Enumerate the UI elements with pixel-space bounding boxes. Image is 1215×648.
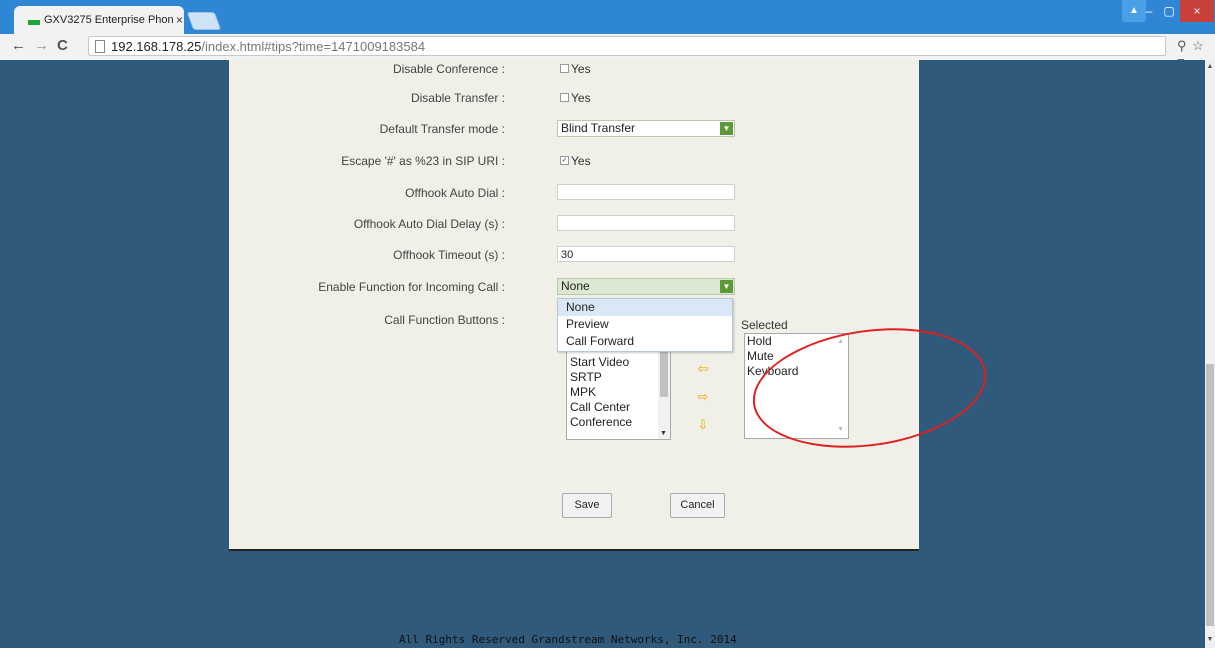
tab-title: GXV3275 Enterprise Phon	[44, 14, 174, 26]
offhook-timeout-input[interactable]: 30	[557, 246, 735, 262]
back-icon[interactable]: ←	[11, 37, 26, 54]
chevron-down-icon[interactable]: ▼	[720, 122, 733, 135]
settings-panel: Disable Conference : Yes Disable Transfe…	[229, 60, 994, 551]
url-path: /index.html#tips?time=1471009183584	[201, 38, 426, 54]
footer-copyright: All Rights Reserved Grandstream Networks…	[399, 633, 737, 646]
move-left-arrow-icon[interactable]: ⇦	[696, 362, 710, 376]
select-value: None	[561, 279, 590, 293]
selected-functions-list[interactable]: Hold Mute Keyboard ▲ ▼	[744, 333, 849, 439]
forward-icon[interactable]: →	[34, 37, 49, 54]
select-enable-function-incoming[interactable]: None ▼	[557, 278, 735, 295]
url-host: 192.168.178.25	[111, 38, 202, 54]
scroll-down-icon[interactable]: ▼	[660, 430, 667, 437]
page-scroll-thumb[interactable]	[1206, 364, 1214, 626]
checkbox-disable-transfer[interactable]	[560, 93, 569, 102]
scroll-down-icon[interactable]: ▼	[1206, 636, 1214, 644]
list-item[interactable]: Start Video	[567, 355, 670, 370]
save-button[interactable]: Save	[562, 493, 612, 518]
browser-titlebar: GXV3275 Enterprise Phon × ▲ – ▢ ×	[0, 0, 1215, 34]
offhook-auto-dial-delay-input[interactable]	[557, 215, 735, 231]
page-icon	[95, 39, 105, 53]
row-escape-hash: Escape '#' as %23 in SIP URI : ✓ Yes	[229, 152, 919, 174]
dropdown-option-call-forward[interactable]: Call Forward	[558, 333, 732, 350]
label-offhook-auto-dial-delay: Offhook Auto Dial Delay (s) :	[353, 217, 505, 231]
list-scroll-thumb[interactable]	[660, 351, 668, 397]
move-down-arrow-icon[interactable]: ⇩	[696, 418, 710, 432]
page-scrollbar[interactable]: ▲ ▼	[1205, 60, 1215, 648]
row-offhook-auto-dial-delay: Offhook Auto Dial Delay (s) :	[229, 215, 919, 237]
offhook-auto-dial-input[interactable]	[557, 184, 735, 200]
list-item[interactable]: Hold	[745, 334, 848, 349]
list-item[interactable]: MPK	[567, 385, 670, 400]
label-offhook-auto-dial: Offhook Auto Dial :	[405, 186, 505, 200]
dropdown-option-preview[interactable]: Preview	[558, 316, 732, 333]
label-disable-transfer: Disable Transfer :	[410, 91, 505, 105]
close-window-button[interactable]: ×	[1180, 0, 1214, 22]
dropdown-option-none[interactable]: None	[558, 299, 732, 316]
scroll-down-icon[interactable]: ▼	[837, 426, 844, 433]
select-value: Blind Transfer	[561, 121, 636, 135]
row-disable-transfer: Disable Transfer : Yes	[229, 89, 919, 111]
page-viewport: Disable Conference : Yes Disable Transfe…	[0, 60, 1205, 648]
selected-caption: Selected	[741, 318, 788, 332]
row-enable-function-incoming: Enable Function for Incoming Call : None…	[229, 278, 919, 300]
scroll-up-icon[interactable]: ▲	[1206, 63, 1214, 71]
row-offhook-auto-dial: Offhook Auto Dial :	[229, 184, 919, 206]
list-item[interactable]: Call Center	[567, 400, 670, 415]
maximize-button[interactable]: ▢	[1158, 0, 1180, 22]
row-offhook-timeout: Offhook Timeout (s) : 30	[229, 246, 919, 268]
url-input[interactable]: 192.168.178.25/index.html#tips?time=1471…	[88, 36, 1166, 56]
select-default-transfer-mode[interactable]: Blind Transfer ▼	[557, 120, 735, 137]
list-item[interactable]: Keyboard	[745, 364, 848, 379]
available-functions-list[interactable]: Start Record Start Video SRTP MPK Call C…	[566, 346, 671, 440]
label-disable-conference: Disable Conference :	[392, 62, 505, 76]
checkbox-escape-hash[interactable]: ✓	[560, 156, 569, 165]
minimize-button[interactable]: –	[1138, 0, 1160, 22]
label-offhook-timeout: Offhook Timeout (s) :	[393, 248, 505, 262]
label-escape-hash: Escape '#' as %23 in SIP URI :	[341, 154, 505, 168]
move-right-arrow-icon[interactable]: ⇨	[696, 390, 710, 404]
new-tab-button[interactable]	[186, 12, 222, 30]
chevron-down-icon[interactable]: ▼	[720, 280, 733, 293]
cancel-button[interactable]: Cancel	[670, 493, 725, 518]
option-disable-conference: Yes	[571, 62, 591, 76]
list-scrollbar[interactable]: ▼	[658, 347, 670, 439]
list-item[interactable]: Mute	[745, 349, 848, 364]
list-item[interactable]: Conference	[567, 415, 670, 430]
tab-close-icon[interactable]: ×	[176, 13, 183, 27]
reload-icon[interactable]: C	[57, 37, 68, 54]
list-item[interactable]: SRTP	[567, 370, 670, 385]
address-bar: ← → C 192.168.178.25/index.html#tips?tim…	[0, 34, 1215, 69]
checkbox-disable-conference[interactable]	[560, 64, 569, 73]
label-enable-function-incoming: Enable Function for Incoming Call :	[318, 280, 505, 294]
scroll-up-icon[interactable]: ▲	[837, 338, 844, 345]
row-default-transfer-mode: Default Transfer mode : Blind Transfer ▼	[229, 120, 919, 142]
label-default-transfer-mode: Default Transfer mode :	[379, 122, 505, 136]
row-disable-conference: Disable Conference : Yes	[229, 60, 919, 82]
option-disable-transfer: Yes	[571, 91, 591, 105]
browser-tab[interactable]: GXV3275 Enterprise Phon ×	[14, 6, 184, 34]
label-call-function-buttons: Call Function Buttons :	[384, 313, 505, 327]
option-escape-hash: Yes	[571, 154, 591, 168]
favicon-icon	[28, 19, 40, 25]
incoming-call-dropdown-menu[interactable]: None Preview Call Forward	[557, 298, 733, 352]
